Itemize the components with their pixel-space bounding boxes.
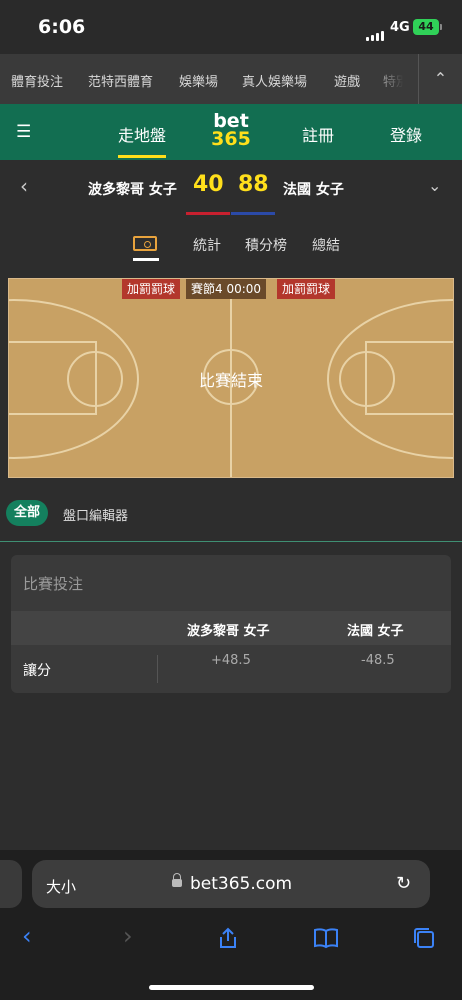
away-score: 88: [238, 172, 269, 197]
url-domain[interactable]: bet365.com: [190, 874, 292, 894]
nav-item-sports[interactable]: 體育投注: [11, 71, 63, 90]
column-away: 法國 女子: [347, 624, 404, 639]
tab-summary[interactable]: 總結: [312, 235, 340, 255]
sports-nav: 體育投注 范特西體育 娛樂場 真人娛樂場 遊戲 特別 ⌃: [0, 54, 462, 104]
hamburger-icon[interactable]: ☰: [16, 122, 31, 142]
logo-365: 365: [211, 128, 251, 150]
home-bonus-badge: 加罰罰球: [122, 279, 181, 299]
status-time: 6:06: [38, 16, 86, 38]
section-divider: [0, 541, 462, 542]
market-editor-link[interactable]: 盤口編輯器: [63, 505, 128, 524]
chevron-down-icon[interactable]: ⌄: [428, 176, 441, 195]
previous-tab-pill[interactable]: [0, 860, 22, 908]
clock-time: 00:00: [226, 282, 262, 296]
back-nav-icon[interactable]: ‹: [22, 922, 32, 950]
nav-fade: [370, 54, 418, 104]
active-tab-indicator: [133, 258, 159, 261]
period-label: 賽節4: [191, 282, 223, 296]
login-button[interactable]: 登錄: [390, 122, 422, 146]
register-button[interactable]: 註冊: [302, 122, 334, 146]
status-bar: 6:06 4G 44: [0, 0, 462, 54]
home-handicap-odds[interactable]: +48.5: [211, 653, 251, 668]
nav-live[interactable]: 走地盤: [118, 122, 166, 146]
match-status: 比賽結束: [198, 371, 263, 390]
nav-item-fantasy[interactable]: 范特西體育: [88, 71, 153, 90]
share-icon[interactable]: [216, 926, 240, 950]
bookmarks-icon[interactable]: [312, 926, 340, 950]
reload-icon[interactable]: ↻: [396, 873, 411, 894]
tab-stats[interactable]: 統計: [193, 235, 221, 255]
forward-nav-icon: ›: [123, 922, 133, 950]
home-indicator: [149, 985, 314, 990]
home-color-bar: [186, 212, 230, 215]
basketball-court-icon[interactable]: [133, 236, 157, 251]
battery-cap: [440, 24, 442, 30]
lock-icon: [172, 873, 182, 887]
back-icon[interactable]: ‹: [20, 174, 28, 198]
text-size-button[interactable]: 大小: [46, 876, 76, 897]
nav-item-games[interactable]: 遊戲: [334, 71, 360, 90]
network-type: 4G: [390, 20, 410, 35]
home-team: 波多黎哥 女子: [88, 182, 177, 198]
away-bonus-badge: 加罰罰球: [277, 279, 336, 299]
column-home: 波多黎哥 女子: [187, 624, 270, 639]
signal-icon: [366, 22, 386, 41]
nav-item-live-casino[interactable]: 真人娛樂場: [242, 71, 307, 90]
battery-icon: 44: [413, 19, 439, 35]
game-clock: 賽節4 00:00: [186, 279, 267, 299]
chevron-up-icon[interactable]: ⌃: [419, 54, 462, 104]
bet365-logo[interactable]: bet 365: [206, 112, 256, 150]
market-title[interactable]: 比賽投注: [23, 573, 83, 594]
handicap-label: 讓分: [23, 663, 51, 679]
tab-standings[interactable]: 積分榜: [245, 235, 287, 255]
away-team: 法國 女子: [283, 182, 344, 198]
row-divider: [157, 655, 158, 683]
live-underline: [118, 155, 166, 158]
away-color-bar: [231, 212, 275, 215]
tabs-icon[interactable]: [411, 926, 437, 950]
home-score: 40: [193, 172, 224, 197]
match-betting-market: 比賽投注 波多黎哥 女子 法國 女子 讓分 +48.5 -48.5: [11, 555, 451, 693]
nav-item-casino[interactable]: 娛樂場: [179, 71, 218, 90]
market-filter-all[interactable]: 全部: [6, 500, 48, 526]
away-handicap-odds[interactable]: -48.5: [361, 653, 395, 668]
basketball-court: 加罰罰球 賽節4 00:00 加罰罰球 比賽結束: [8, 278, 454, 478]
